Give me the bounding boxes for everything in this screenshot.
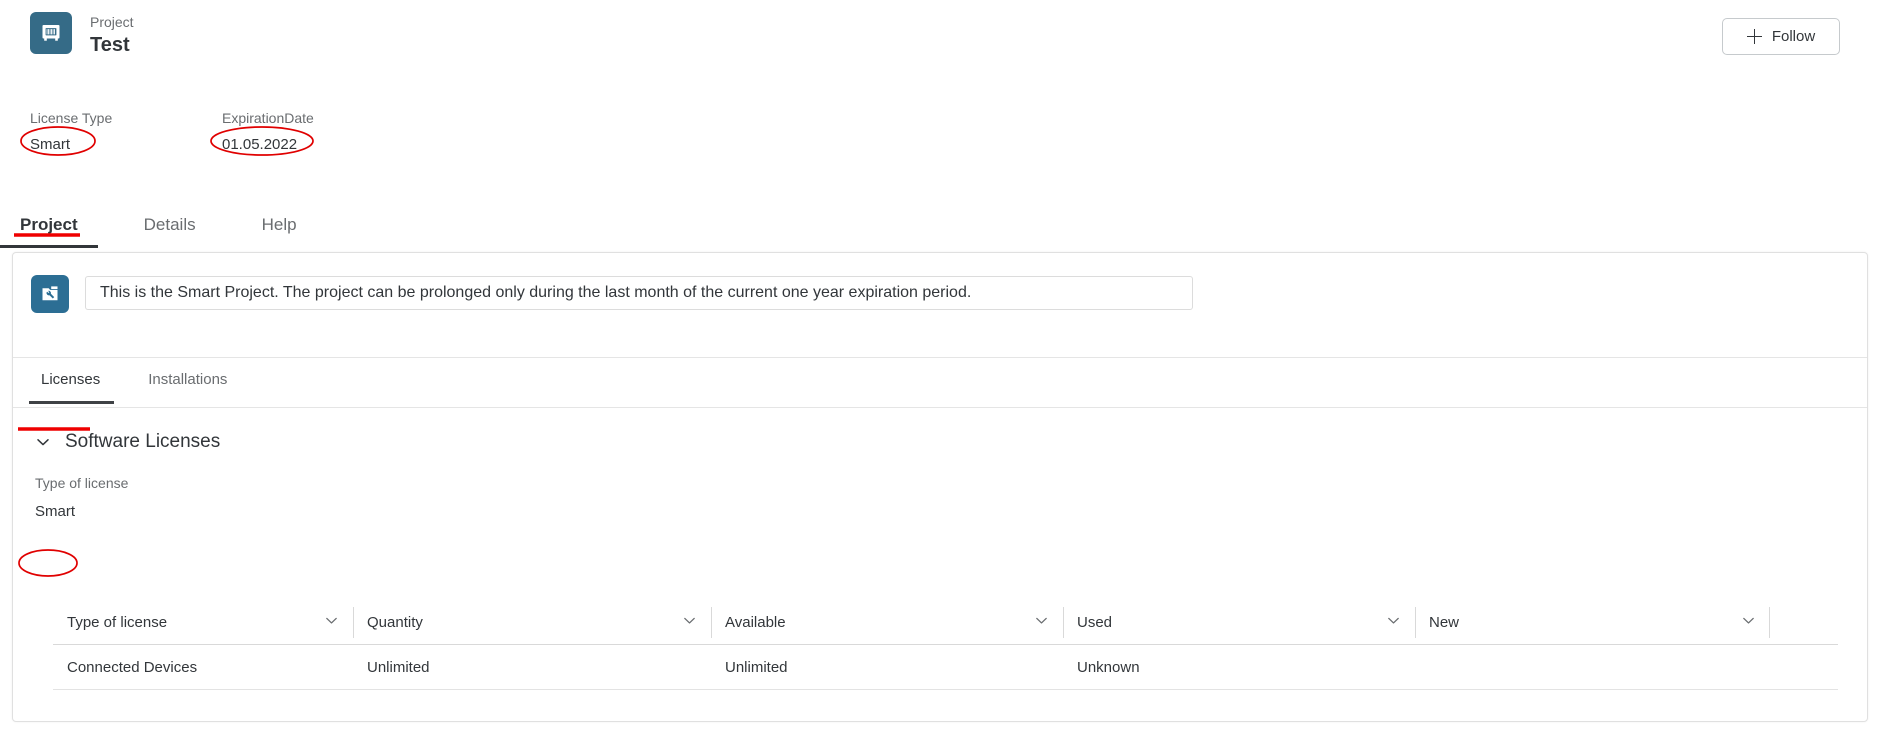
column-header-type-of-license[interactable]: Type of license — [53, 601, 353, 644]
tab-licenses[interactable]: Licenses — [28, 358, 115, 404]
tab-details[interactable]: Details — [142, 208, 198, 248]
column-header-used[interactable]: Used — [1063, 601, 1415, 644]
chevron-down-icon[interactable] — [1034, 613, 1049, 632]
column-header-available[interactable]: Available — [711, 601, 1063, 644]
cell-type-of-license: Connected Devices — [67, 658, 198, 676]
column-header-label: Quantity — [367, 614, 423, 631]
chevron-down-icon[interactable] — [1386, 613, 1401, 632]
field-label: Type of license — [35, 475, 129, 491]
page-title: Test — [90, 34, 130, 56]
table-row[interactable]: Connected Devices Unlimited Unlimited Un… — [53, 645, 1838, 690]
plus-icon — [1746, 29, 1762, 44]
tab-label: Details — [143, 215, 196, 234]
cell-quantity: Unlimited — [367, 658, 430, 676]
page-root: Project Test Follow License Type Smart E… — [0, 0, 1880, 735]
attribute-value: 01.05.2022 — [222, 136, 298, 153]
column-header-new[interactable]: New — [1415, 601, 1770, 644]
chevron-down-icon[interactable] — [1741, 613, 1756, 632]
tab-project[interactable]: Project — [0, 208, 98, 248]
tab-label: Project — [20, 215, 78, 234]
follow-button[interactable]: Follow — [1722, 18, 1840, 55]
message-text-box: This is the Smart Project. The project c… — [85, 276, 1193, 310]
cell-used: Unknown — [1077, 658, 1140, 676]
header-supertitle: Project — [90, 14, 134, 30]
column-header-label: Available — [725, 614, 786, 631]
content-card: This is the Smart Project. The project c… — [12, 252, 1868, 722]
header-title-block: Project Test — [30, 12, 134, 58]
project-tools-icon — [31, 275, 69, 313]
tab-help[interactable]: Help — [260, 208, 299, 248]
column-header-label: Type of license — [67, 614, 168, 631]
header-titles: Project Test — [90, 12, 134, 58]
field-value: Smart — [35, 503, 76, 520]
message-strip: This is the Smart Project. The project c… — [13, 253, 1867, 358]
attribute-label: License Type — [30, 110, 113, 126]
chevron-down-icon[interactable] — [682, 613, 697, 632]
tab-label: Help — [261, 215, 297, 234]
table-header-row: Type of license Quantity Available Used … — [53, 601, 1838, 645]
attribute-expiration-date: ExpirationDate 01.05.2022 — [222, 109, 314, 155]
header-attributes: License Type Smart ExpirationDate 01.05.… — [0, 104, 1880, 172]
safe-vault-icon — [30, 12, 72, 54]
main-tab-bar: Project Details Help — [0, 208, 1880, 252]
tab-installations[interactable]: Installations — [146, 358, 229, 404]
attribute-value: Smart — [30, 136, 71, 153]
cell-available: Unlimited — [725, 658, 788, 676]
tab-label: Licenses — [41, 371, 101, 388]
tab-label: Installations — [148, 371, 228, 388]
attribute-label: ExpirationDate — [222, 110, 314, 126]
chevron-down-icon[interactable] — [35, 434, 51, 450]
section-title: Software Licenses — [65, 431, 221, 452]
licenses-table: Type of license Quantity Available Used … — [53, 601, 1838, 690]
column-header-quantity[interactable]: Quantity — [353, 601, 711, 644]
software-licenses-section-header[interactable]: Software Licenses — [13, 408, 1867, 454]
column-header-label: New — [1429, 614, 1460, 631]
chevron-down-icon[interactable] — [324, 613, 339, 632]
type-of-license-field: Type of license Smart — [13, 454, 1867, 522]
message-text: This is the Smart Project. The project c… — [100, 284, 972, 301]
follow-button-label: Follow — [1771, 28, 1816, 45]
column-header-label: Used — [1077, 614, 1113, 631]
inner-tab-bar: Licenses Installations — [13, 358, 1867, 408]
attribute-license-type: License Type Smart — [30, 109, 112, 155]
object-page-header: Project Test Follow — [0, 0, 1880, 86]
